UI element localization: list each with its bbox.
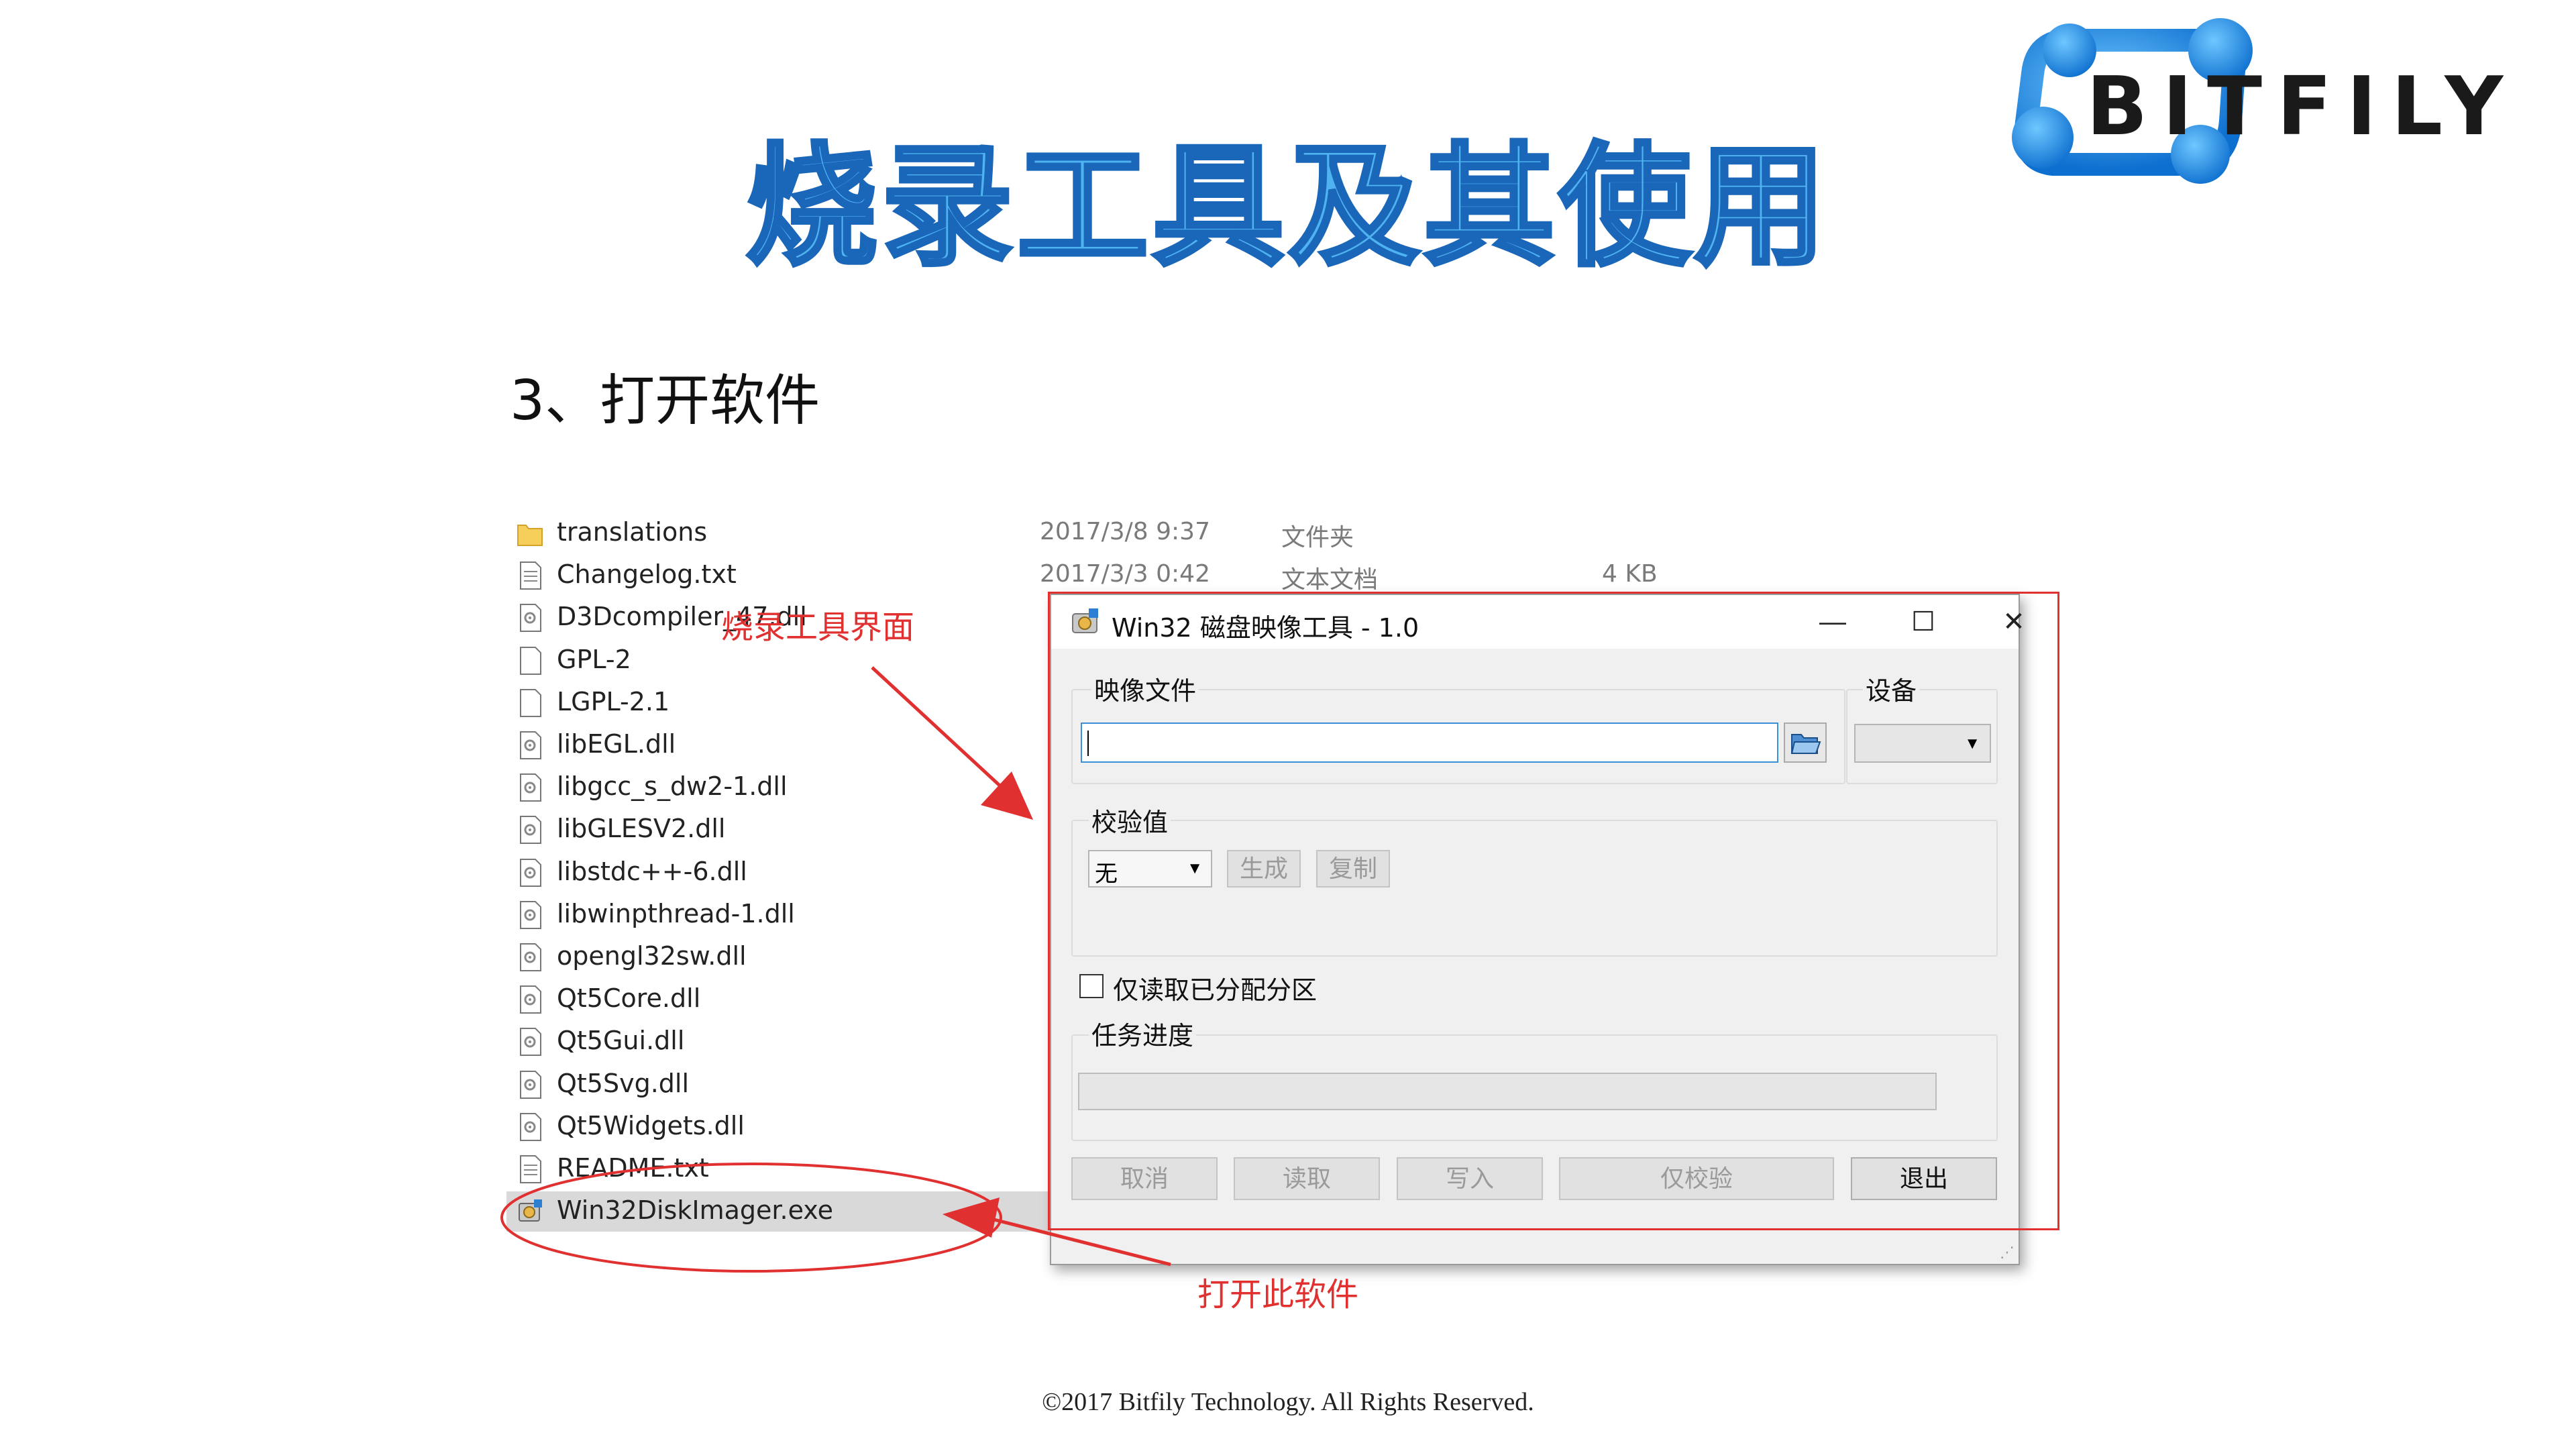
arrow-to-exe <box>985 1216 1171 1267</box>
arrow-to-exe-head <box>943 1197 1000 1238</box>
arrow-to-dialog-head <box>981 771 1033 820</box>
copyright-footer: ©2017 Bitfily Technology. All Rights Res… <box>1042 1388 1534 1416</box>
arrow-to-dialog <box>871 666 1008 793</box>
exe-highlight-ellipse <box>500 1163 1002 1273</box>
annotation-overlay <box>500 666 1171 1273</box>
